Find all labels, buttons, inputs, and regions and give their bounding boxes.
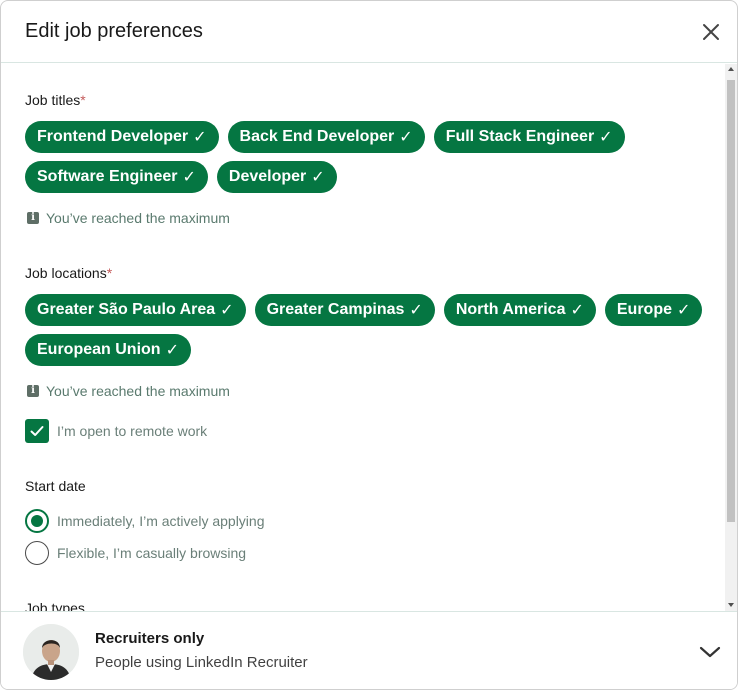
start-date-immediately-option[interactable]: Immediately, I’m actively applying [25,509,264,533]
radio-label: Immediately, I’m actively applying [57,513,265,529]
scroll-down-icon[interactable] [728,603,734,607]
pill-label: European Union [37,341,161,358]
pill-label: North America [455,301,566,318]
hint-text: You’ve reached the maximum [46,383,230,399]
job-titles-label: Job titles* [25,92,86,108]
visibility-title: Recruiters only [95,630,205,647]
job-titles-row-1: Frontend Developer ✓ Back End Developer ✓ … [25,121,625,153]
start-date-flexible-option[interactable]: Flexible, I’m casually browsing [25,541,246,565]
scrollbar-thumb[interactable] [727,80,735,522]
checkmark-icon: ✓ [165,342,179,359]
job-title-pill[interactable]: Frontend Developer ✓ [25,121,219,153]
job-titles-row-2: Software Engineer ✓ Developer ✓ [25,161,337,193]
job-types-label: Job types [25,600,85,611]
job-titles-max-hint: i You’ve reached the maximum [27,210,230,226]
radio-immediately[interactable] [25,509,49,533]
pill-label: Back End Developer [239,128,395,145]
modal-body[interactable]: Job titles* Frontend Developer ✓ Back End… [1,64,727,611]
job-locations-row-2: European Union ✓ [25,334,191,366]
start-date-label: Start date [25,478,86,494]
checkmark-icon [30,426,44,436]
required-mark: * [106,265,113,281]
job-location-pill[interactable]: Greater Campinas ✓ [254,294,435,326]
checkmark-icon: ✓ [311,169,325,186]
job-location-pill[interactable]: Greater São Paulo Area ✓ [25,294,246,326]
radio-label: Flexible, I’m casually browsing [57,545,247,561]
avatar [23,624,79,680]
required-mark: * [80,92,86,108]
scroll-up-icon[interactable] [728,67,734,71]
info-icon: i [27,212,39,224]
hint-text: You’ve reached the maximum [46,210,230,226]
job-locations-row-1: Greater São Paulo Area ✓ Greater Campinas… [25,294,703,326]
remote-work-checkbox[interactable] [25,419,49,443]
pill-label: Greater Campinas [266,301,405,318]
modal-header: Edit job preferences [1,1,737,63]
remote-work-option[interactable]: I’m open to remote work [25,419,207,443]
radio-flexible[interactable] [25,541,49,565]
radio-dot [31,515,43,527]
job-locations-label: Job locations* [25,265,112,281]
pill-label: Developer [228,168,307,185]
job-locations-label-text: Job locations [25,265,107,281]
close-button[interactable] [699,20,723,44]
pill-label: Europe [616,301,672,318]
checkmark-icon: ✓ [570,302,584,319]
visibility-dropdown-button[interactable] [698,644,722,660]
job-title-pill[interactable]: Software Engineer ✓ [25,161,208,193]
job-location-pill[interactable]: North America ✓ [443,294,596,326]
checkmark-icon: ✓ [182,169,196,186]
visibility-footer[interactable]: Recruiters only People using LinkedIn Re… [1,611,737,689]
job-location-pill[interactable]: Europe ✓ [604,294,703,326]
checkmark-icon: ✓ [599,129,613,146]
modal-title: Edit job preferences [25,20,203,42]
close-icon [703,24,719,40]
job-title-pill[interactable]: Developer ✓ [216,161,337,193]
visibility-description: People using LinkedIn Recruiter [95,654,308,671]
checkmark-icon: ✓ [677,302,691,319]
job-title-pill[interactable]: Full Stack Engineer ✓ [433,121,625,153]
checkmark-icon: ✓ [399,129,413,146]
pill-label: Full Stack Engineer [445,128,595,145]
job-title-pill[interactable]: Back End Developer ✓ [227,121,425,153]
remote-work-label: I’m open to remote work [57,423,208,439]
pill-label: Software Engineer [37,168,178,185]
job-location-pill[interactable]: European Union ✓ [25,334,191,366]
info-icon: i [27,385,39,397]
job-titles-label-text: Job titles [25,92,81,108]
chevron-down-icon [699,646,721,658]
checkmark-icon: ✓ [193,129,207,146]
checkmark-icon: ✓ [220,302,234,319]
pill-label: Frontend Developer [37,128,189,145]
scrollbar[interactable] [725,64,737,611]
job-locations-max-hint: i You’ve reached the maximum [27,383,230,399]
checkmark-icon: ✓ [409,302,423,319]
pill-label: Greater São Paulo Area [37,301,216,318]
job-preferences-modal: Edit job preferences Job titles* Fronten… [0,0,738,690]
